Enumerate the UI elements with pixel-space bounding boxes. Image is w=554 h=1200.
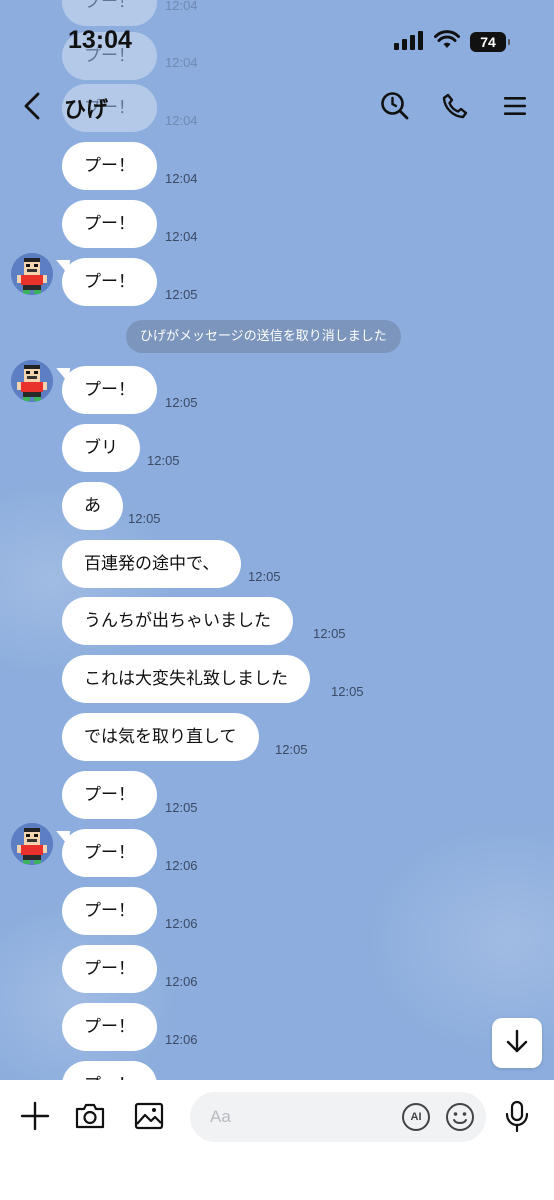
- message[interactable]: あ: [62, 482, 123, 530]
- plus-icon: [20, 1101, 50, 1135]
- message-bubble: これは大変失礼致しました: [62, 655, 310, 703]
- emoji-icon[interactable]: [444, 1101, 476, 1133]
- message-time: 12:05: [275, 742, 308, 757]
- message-time: 12:06: [165, 974, 198, 989]
- message-bubble: プー！: [62, 829, 157, 877]
- message[interactable]: プー！: [62, 887, 157, 935]
- ai-button[interactable]: AI: [402, 1103, 430, 1131]
- message-bubble: プー！: [62, 887, 157, 935]
- phone-icon: [441, 92, 469, 124]
- message-input-bar: AI: [0, 1080, 554, 1200]
- arrow-down-icon: [504, 1028, 530, 1058]
- message[interactable]: プー！: [62, 945, 157, 993]
- message-bubble: あ: [62, 482, 123, 530]
- message-time: 12:05: [128, 511, 161, 526]
- message-list[interactable]: プー！ 12:04 プー！ 12:04 プー！ 12:04 プー！ 12:04 …: [0, 0, 554, 1080]
- message[interactable]: プー！: [62, 142, 157, 190]
- message-time: 12:04: [165, 171, 198, 186]
- sender-avatar[interactable]: [11, 360, 53, 402]
- image-icon: [134, 1102, 164, 1134]
- header-actions: [378, 90, 532, 126]
- message[interactable]: プー！: [62, 1061, 157, 1080]
- message-bubble: うんちが出ちゃいました: [62, 597, 293, 645]
- message[interactable]: うんちが出ちゃいました: [62, 597, 293, 645]
- plus-button[interactable]: [15, 1098, 55, 1138]
- camera-button[interactable]: [70, 1098, 110, 1138]
- message[interactable]: プー！: [62, 200, 157, 248]
- image-button[interactable]: [129, 1098, 169, 1138]
- message-time: 12:05: [165, 800, 198, 815]
- microphone-button[interactable]: [497, 1098, 537, 1138]
- message[interactable]: プー！: [62, 1003, 157, 1051]
- wifi-icon: [434, 30, 460, 54]
- menu-button[interactable]: [498, 90, 532, 126]
- system-notice: ひげがメッセージの送信を取り消しました: [126, 320, 401, 353]
- message[interactable]: ブリ: [62, 424, 140, 472]
- camera-icon: [74, 1102, 106, 1134]
- chevron-left-icon: [22, 91, 42, 125]
- chat-header: ひげ: [0, 80, 554, 136]
- signal-icon: [394, 30, 424, 54]
- message[interactable]: プー！: [62, 366, 157, 414]
- chat-title[interactable]: ひげ: [64, 92, 108, 124]
- message[interactable]: プー！: [62, 258, 157, 306]
- message[interactable]: プー！: [62, 829, 157, 877]
- message[interactable]: 百連発の途中で、: [62, 540, 242, 588]
- search-icon: [380, 91, 410, 125]
- message[interactable]: これは大変失礼致しました: [62, 655, 310, 703]
- search-button[interactable]: [378, 90, 412, 126]
- message-bubble: プー！: [62, 200, 157, 248]
- message-bubble: プー！: [62, 945, 157, 993]
- message-time: 12:06: [165, 916, 198, 931]
- back-button[interactable]: [14, 88, 50, 128]
- message-bubble: プー！: [62, 1003, 157, 1051]
- message-input-container[interactable]: AI: [190, 1092, 486, 1142]
- sender-avatar[interactable]: [11, 823, 53, 865]
- message-time: 12:05: [147, 453, 180, 468]
- message-bubble: ブリ: [62, 424, 140, 472]
- message-time: 12:04: [165, 229, 198, 244]
- message-bubble: プー！: [62, 771, 157, 819]
- message-bubble: 百連発の途中で、: [62, 540, 242, 588]
- message-time: 12:05: [313, 626, 346, 641]
- message-time: 12:05: [165, 287, 198, 302]
- scroll-to-bottom-button[interactable]: [492, 1018, 542, 1068]
- message-bubble: プー！: [62, 142, 157, 190]
- hamburger-menu-icon: [502, 94, 528, 122]
- message-bubble: プー！: [62, 1061, 157, 1080]
- message-time: 12:05: [165, 395, 198, 410]
- message-time: 12:05: [331, 684, 364, 699]
- message-time: 12:05: [248, 569, 281, 584]
- message[interactable]: では気を取り直して: [62, 713, 259, 761]
- message-input[interactable]: [210, 1092, 390, 1142]
- microphone-icon: [504, 1100, 530, 1136]
- status-icons: 74: [394, 30, 510, 54]
- status-bar: 13:04 74: [0, 0, 554, 80]
- call-button[interactable]: [438, 90, 472, 126]
- message-time: 12:06: [165, 1032, 198, 1047]
- message[interactable]: プー！: [62, 771, 157, 819]
- sender-avatar[interactable]: [11, 253, 53, 295]
- message-bubble: では気を取り直して: [62, 713, 259, 761]
- message-time: 12:06: [165, 858, 198, 873]
- status-time: 13:04: [68, 26, 132, 54]
- battery-icon: 74: [470, 32, 510, 52]
- message-bubble: プー！: [62, 366, 157, 414]
- message-bubble: プー！: [62, 258, 157, 306]
